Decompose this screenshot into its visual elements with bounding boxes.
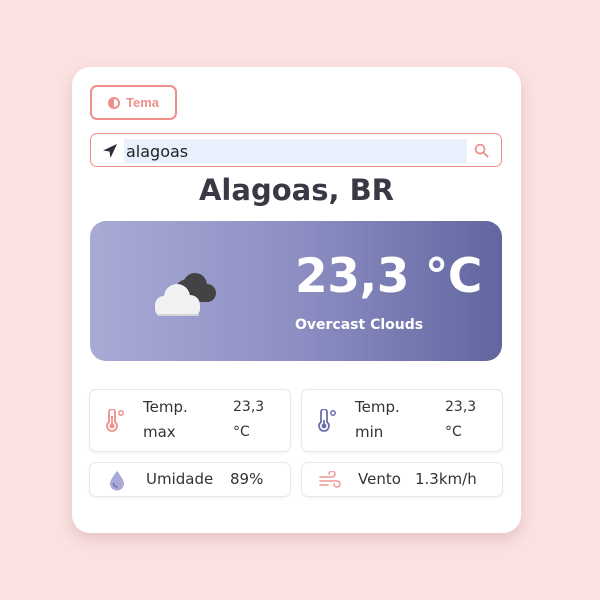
- droplet-icon: [110, 471, 124, 491]
- humidity-label: Umidade: [146, 470, 214, 488]
- temp-min-tile: Temp. min 23,3 °C: [301, 389, 503, 452]
- weather-description: Overcast Clouds: [295, 317, 424, 333]
- wind-icon: [319, 471, 341, 488]
- city-title: Alagoas, BR: [198, 173, 394, 207]
- contrast-icon: [108, 96, 120, 109]
- current-temperature: 23,3 °C: [295, 249, 482, 304]
- temp-min-value: 23,3 °C: [445, 399, 477, 440]
- thermometer-hot-icon: [106, 409, 124, 432]
- theme-button-label: Tema: [126, 95, 159, 110]
- temp-max-value: 23,3 °C: [233, 399, 265, 440]
- theme-toggle-button[interactable]: Tema: [90, 85, 177, 120]
- weather-card: Tema Alagoas, BR: [72, 67, 521, 533]
- search-icon[interactable]: [474, 143, 489, 158]
- temp-max-tile: Temp. max 23,3 °C: [89, 389, 291, 452]
- search-bar: [90, 133, 502, 167]
- humidity-value: 89%: [230, 470, 264, 488]
- location-arrow-icon[interactable]: [102, 143, 118, 159]
- overcast-clouds-icon: [155, 273, 216, 316]
- current-weather-panel: 23,3 °C Overcast Clouds: [90, 221, 502, 361]
- wind-value: 1.3km/h: [415, 470, 477, 488]
- temp-min-label: Temp. min: [355, 398, 400, 441]
- search-input[interactable]: [124, 139, 467, 163]
- wind-label: Vento: [358, 470, 401, 488]
- thermometer-cold-icon: [318, 409, 336, 432]
- humidity-tile: Umidade 89%: [89, 462, 291, 497]
- temp-max-label: Temp. max: [143, 398, 188, 441]
- wind-tile: Vento 1.3km/h: [301, 462, 503, 497]
